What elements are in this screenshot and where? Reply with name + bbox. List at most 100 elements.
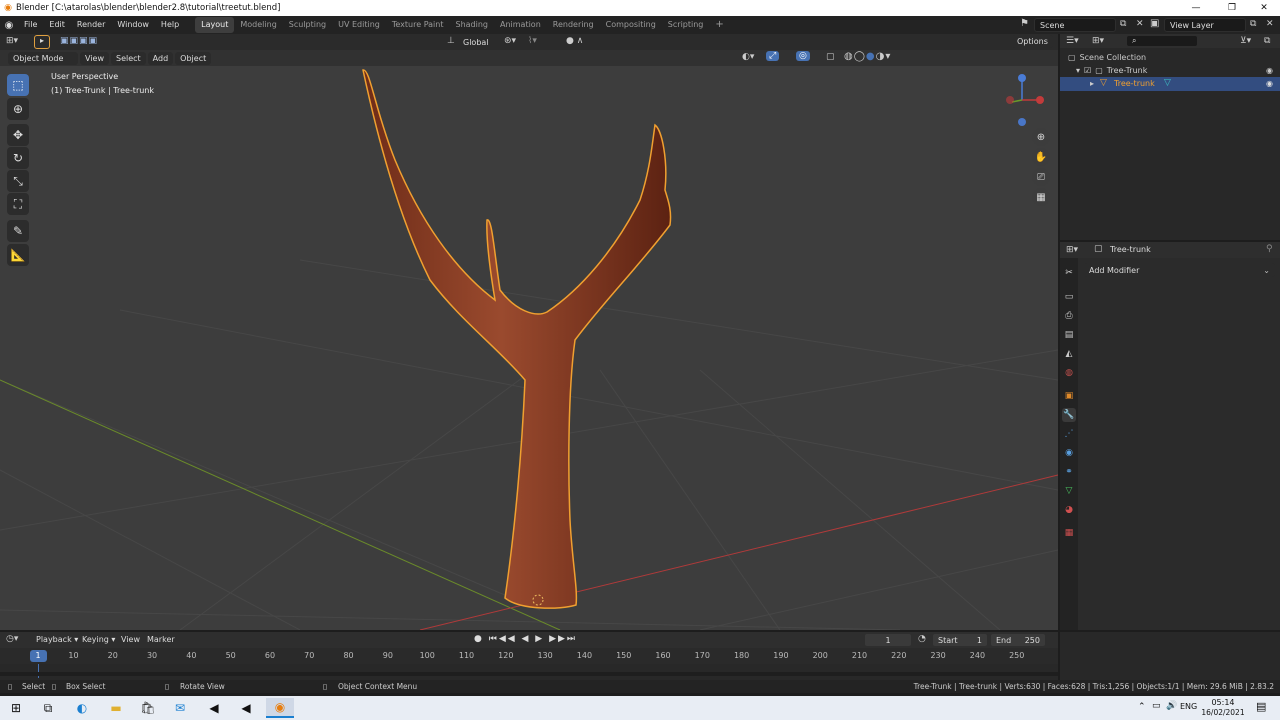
display-mode-icon[interactable]: ⊞▾	[1092, 36, 1104, 46]
navigation-gizmo[interactable]	[1006, 74, 1044, 126]
move-tool[interactable]: ✥	[7, 124, 29, 146]
start-frame-field[interactable]: Start 1	[932, 633, 988, 647]
3d-viewport[interactable]: Object Mode View Select Add Object ◐▾ ⤢ …	[0, 50, 1058, 630]
view-layer-icon[interactable]: ▣	[1150, 18, 1159, 29]
menu-marker[interactable]: Marker	[147, 635, 175, 644]
visibility-icon[interactable]: ◐▾	[742, 52, 754, 62]
file-explorer-icon[interactable]: ▬	[104, 698, 128, 718]
menu-edit[interactable]: Edit	[43, 16, 71, 34]
clock-time[interactable]: 05:14	[1206, 698, 1240, 707]
material-props-icon[interactable]: ◕	[1062, 503, 1076, 517]
blender-taskbar-icon[interactable]: ◉	[266, 698, 294, 718]
output-props-icon[interactable]: ⎙	[1062, 309, 1076, 323]
overlay-toggle-icon[interactable]: ◎	[796, 51, 810, 61]
clock-date[interactable]: 16/02/2021	[1198, 708, 1248, 717]
view-layer-props-icon[interactable]: ▤	[1062, 328, 1076, 342]
menu-help[interactable]: Help	[155, 16, 185, 34]
expand-arrow-icon[interactable]: ▸	[1090, 79, 1094, 88]
tab-compositing[interactable]: Compositing	[600, 17, 662, 33]
playback-controls[interactable]: ● ⏮◀◀ ◀ ▶ ▶▶⏭	[474, 634, 577, 644]
preview-range-icon[interactable]: ◔	[918, 634, 926, 644]
cursor-tool[interactable]: ⊕	[7, 98, 29, 120]
new-collection-icon[interactable]: ⧉	[1264, 36, 1270, 46]
windows-start-icon[interactable]: ⊞	[4, 698, 28, 718]
mail-icon[interactable]: ✉	[168, 698, 192, 718]
task-view-icon[interactable]: ⧉	[36, 698, 60, 718]
camera-view-icon[interactable]: ⎚	[1032, 168, 1050, 186]
scene-icon[interactable]: ⚑	[1020, 18, 1029, 29]
tab-texture-paint[interactable]: Texture Paint	[386, 17, 450, 33]
notifications-icon[interactable]: ▤	[1256, 700, 1266, 713]
scene-field[interactable]: Scene	[1034, 18, 1116, 32]
editor-type-icon[interactable]: ⊞▾	[6, 36, 18, 46]
timeline-ruler[interactable]: 1 10 20 30 40 50 60 70 80 90 100 110 120 130 140 150 160…	[0, 648, 1058, 664]
annotate-tool[interactable]: ✎	[7, 220, 29, 242]
menu-add[interactable]: Add	[147, 51, 174, 65]
timeline-scrollbar[interactable]	[0, 672, 1058, 676]
tab-shading[interactable]: Shading	[449, 17, 494, 33]
pivot-icon[interactable]: ⊛▾	[504, 36, 516, 46]
zoom-icon[interactable]: ⊕	[1032, 128, 1050, 146]
tab-layout[interactable]: Layout	[195, 17, 235, 33]
eye-icon[interactable]: ◉	[1266, 79, 1273, 88]
snap-icon[interactable]: ⌇▾	[528, 36, 537, 46]
menu-keying[interactable]: Keying ▾	[82, 635, 115, 644]
edge-browser-icon[interactable]: ◐	[70, 698, 94, 718]
rotate-tool[interactable]: ↻	[7, 147, 29, 169]
volume-icon[interactable]: 🔊	[1166, 701, 1177, 711]
options-dropdown[interactable]: Options	[1012, 35, 1053, 48]
mesh-data-icon[interactable]: ▽	[1164, 78, 1171, 88]
select-mode-icons[interactable]: ▣▣▣▣	[60, 36, 98, 46]
eye-icon[interactable]: ◉	[1266, 66, 1273, 75]
render-props-icon[interactable]: ▭	[1062, 290, 1076, 304]
object-props-icon[interactable]: ▣	[1062, 389, 1076, 403]
scale-tool[interactable]: ⤡	[7, 170, 29, 192]
menu-render[interactable]: Render	[71, 16, 111, 34]
network-icon[interactable]: ▭	[1152, 701, 1161, 711]
delete-scene-icon[interactable]: ✕	[1136, 19, 1144, 29]
shading-mode-icons[interactable]: ◍◯●◑▾	[844, 51, 891, 62]
orientation-icon[interactable]: ⊥	[447, 36, 455, 46]
pin-icon[interactable]: ⚲	[1266, 244, 1273, 254]
checkbox-icon[interactable]: ☑	[1084, 66, 1091, 75]
filter-icon[interactable]: ⊻▾	[1240, 36, 1251, 46]
menu-playback[interactable]: Playback ▾	[36, 635, 78, 644]
menu-select[interactable]: Select	[110, 51, 146, 65]
tab-animation[interactable]: Animation	[494, 17, 547, 33]
menu-window[interactable]: Window	[111, 16, 155, 34]
tab-modeling[interactable]: Modeling	[234, 17, 282, 33]
physics-props-icon[interactable]: ◉	[1062, 446, 1076, 460]
app-icon-1[interactable]: ◀	[202, 698, 226, 718]
menu-view[interactable]: View	[80, 51, 109, 65]
add-modifier-dropdown[interactable]: Add Modifier ⌄	[1084, 263, 1275, 277]
store-icon[interactable]: 🛍	[136, 698, 160, 718]
new-scene-icon[interactable]: ⧉	[1120, 19, 1126, 29]
minimize-button[interactable]: —	[1176, 0, 1216, 16]
menu-timeline-view[interactable]: View	[121, 635, 140, 644]
blender-menu-icon[interactable]: ◉	[0, 20, 18, 31]
scene-props-icon[interactable]: ◭	[1062, 347, 1076, 361]
xray-icon[interactable]: ▢	[826, 52, 835, 62]
current-frame-field[interactable]: 1	[864, 633, 912, 647]
tab-sculpting[interactable]: Sculpting	[283, 17, 332, 33]
expand-arrow-icon[interactable]: ▾	[1076, 66, 1080, 75]
select-box-tool[interactable]: ⬚	[7, 74, 29, 96]
app-icon-2[interactable]: ◀	[234, 698, 258, 718]
particles-props-icon[interactable]: ⋰	[1062, 427, 1076, 441]
outliner-row-object[interactable]: ▸ ▽ Tree-trunk ▽ ◉	[1060, 77, 1280, 91]
delete-view-layer-icon[interactable]: ✕	[1266, 19, 1274, 29]
select-tool-icon[interactable]: ▸	[34, 35, 50, 49]
world-props-icon[interactable]: ◍	[1062, 366, 1076, 380]
menu-file[interactable]: File	[18, 16, 43, 34]
menu-object[interactable]: Object	[175, 51, 212, 65]
constraints-props-icon[interactable]: ⚭	[1062, 465, 1076, 479]
end-frame-field[interactable]: End 250	[990, 633, 1046, 647]
tab-rendering[interactable]: Rendering	[547, 17, 600, 33]
pan-hand-icon[interactable]: ✋	[1032, 148, 1050, 166]
new-view-layer-icon[interactable]: ⧉	[1250, 19, 1256, 29]
mode-dropdown[interactable]: Object Mode	[8, 51, 78, 65]
outliner-row-scene-collection[interactable]: ▢ Scene Collection	[1068, 53, 1146, 62]
outliner-search-input[interactable]: ⌕	[1126, 35, 1198, 47]
transform-orientation-dropdown[interactable]: Global	[458, 35, 498, 49]
view-layer-field[interactable]: View Layer	[1164, 18, 1246, 32]
